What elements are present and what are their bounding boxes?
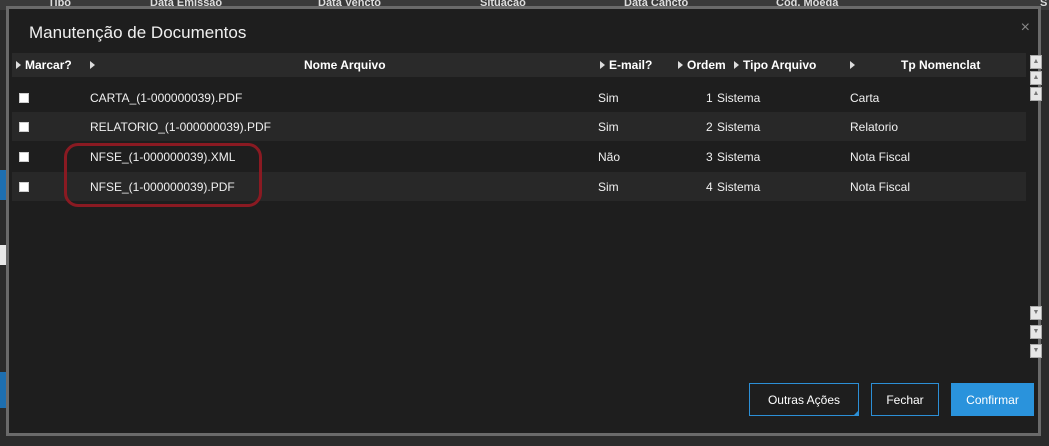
scroll-bottom-icon[interactable]: ▼ [1030, 344, 1042, 358]
cell-ordem: 2 [706, 120, 713, 134]
confirm-button[interactable]: Confirmar [951, 383, 1034, 416]
cell-email: Sim [598, 180, 619, 194]
scroll-page-up-icon[interactable]: ▲ [1030, 71, 1042, 85]
documents-modal: Manutenção de Documentos × Marcar? Nome … [6, 6, 1042, 436]
bg-header-s: S [1040, 0, 1048, 9]
cell-ordem: 1 [706, 91, 713, 105]
column-sort-arrow[interactable] [90, 58, 99, 72]
annotation-highlight-circle [64, 143, 262, 207]
row-checkbox[interactable] [19, 182, 29, 192]
close-icon[interactable]: × [1021, 19, 1030, 37]
sort-arrow-icon [850, 61, 855, 69]
column-header-marcar[interactable]: Marcar? [16, 58, 72, 72]
cell-nome-arquivo: RELATORIO_(1-000000039).PDF [90, 120, 271, 134]
cell-tp-nomenclat: Relatorio [850, 120, 899, 134]
cell-ordem: 4 [706, 180, 713, 194]
table-row[interactable]: RELATORIO_(1-000000039).PDF Sim 2 Sistem… [12, 112, 1026, 141]
sort-arrow-icon [678, 61, 683, 69]
modal-title: Manutenção de Documentos [29, 23, 247, 42]
column-header-email[interactable]: E-mail? [600, 58, 652, 72]
sort-arrow-icon [90, 61, 95, 69]
sort-arrow-icon [600, 61, 605, 69]
sort-arrow-icon [16, 61, 21, 69]
cell-tp-nomenclat: Nota Fiscal [850, 180, 911, 194]
cell-tp-nomenclat: Nota Fiscal [850, 150, 911, 164]
other-actions-label: Outras Ações [767, 392, 841, 407]
cell-tipo-arquivo: Sistema [717, 91, 761, 105]
scroll-down-icon[interactable]: ▼ [1030, 306, 1042, 320]
scroll-page-down-icon[interactable]: ▼ [1030, 325, 1042, 339]
column-header-nome-arquivo[interactable]: Nome Arquivo [304, 58, 386, 72]
column-header-tipo-arquivo[interactable]: Tipo Arquivo [734, 58, 816, 72]
cell-ordem: 3 [706, 150, 713, 164]
other-actions-button[interactable]: Outras Ações [749, 383, 859, 416]
column-header-tp-nomenclat[interactable]: Tp Nomenclat [901, 58, 980, 72]
table-header: Marcar? Nome Arquivo E-mail? Ordem Tipo … [12, 53, 1026, 77]
cell-tipo-arquivo: Sistema [717, 180, 761, 194]
row-checkbox[interactable] [19, 152, 29, 162]
cell-tipo-arquivo: Sistema [717, 120, 761, 134]
scroll-up-icon[interactable]: ▲ [1030, 87, 1042, 101]
cell-tipo-arquivo: Sistema [717, 150, 761, 164]
cell-nome-arquivo: CARTA_(1-000000039).PDF [90, 91, 243, 105]
cell-email: Sim [598, 91, 619, 105]
scroll-top-icon[interactable]: ▲ [1030, 55, 1042, 69]
column-header-ordem[interactable]: Ordem [678, 58, 726, 72]
table-row[interactable]: CARTA_(1-000000039).PDF Sim 1 Sistema Ca… [12, 83, 1026, 112]
dropdown-caret-icon [853, 410, 859, 416]
cell-email: Sim [598, 120, 619, 134]
close-button[interactable]: Fechar [871, 383, 939, 416]
row-checkbox[interactable] [19, 122, 29, 132]
cell-email: Não [598, 150, 621, 164]
row-checkbox[interactable] [19, 93, 29, 103]
cell-tp-nomenclat: Carta [850, 91, 880, 105]
column-sort-arrow[interactable] [850, 58, 859, 72]
sort-arrow-icon [734, 61, 739, 69]
